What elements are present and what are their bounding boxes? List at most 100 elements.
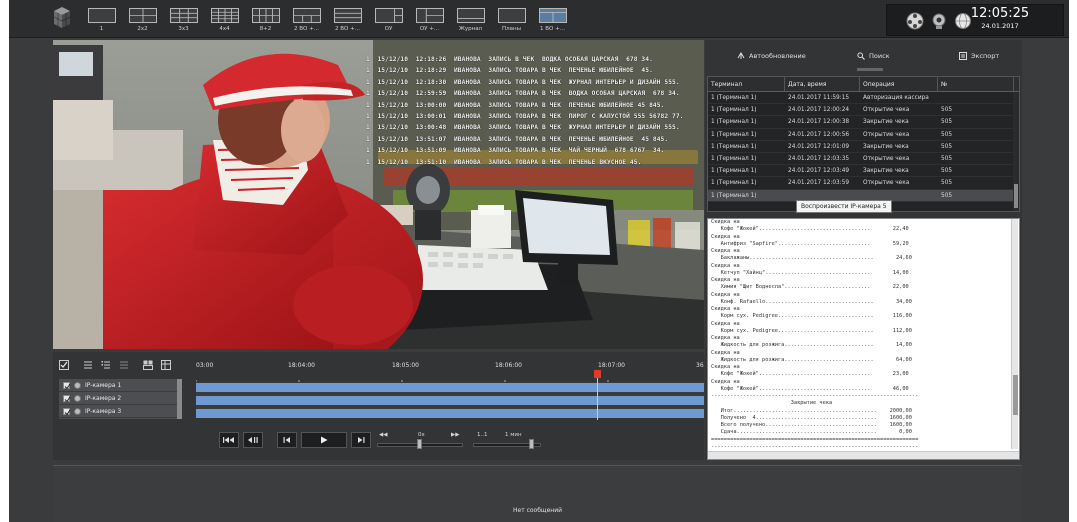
- scrollbar-thumb[interactable]: [1013, 375, 1018, 415]
- layout-button-7[interactable]: 2 ВО +...: [327, 5, 368, 35]
- layout-button-11[interactable]: Планы: [491, 5, 532, 35]
- autoupdate-label: Автообновление: [749, 52, 806, 60]
- camera-name: IP-камера 1: [85, 381, 122, 389]
- table-cell-operation: Открытие чека: [863, 107, 910, 114]
- layout-button-9[interactable]: ОУ +...: [409, 5, 450, 35]
- speed-control: ◀◀ 0x ▶▶: [377, 432, 463, 450]
- layout-button-12[interactable]: 1 ВО +...: [532, 5, 573, 35]
- receipt-line: Кетчуп "Хайнц"..........................…: [711, 269, 909, 276]
- list-check-icon[interactable]: [101, 360, 111, 370]
- camera-status-icon[interactable]: [929, 11, 949, 31]
- receipt-line: Получено 4..............................…: [711, 414, 912, 421]
- table-row[interactable]: 1 (Терминал 1) 24.01.2017 12:03:49 Закрыти…: [708, 165, 1019, 178]
- receipt-line: Всего получено..........................…: [711, 422, 912, 428]
- list-view-icon[interactable]: [83, 360, 93, 370]
- column-header-terminal[interactable]: Терминал: [708, 77, 785, 91]
- export-button[interactable]: Экспорт: [959, 52, 999, 60]
- layout-button-10[interactable]: Журнал: [450, 5, 491, 35]
- zoom-label: 1 мин: [505, 432, 522, 438]
- timeline-tools: [59, 360, 171, 370]
- grid-view-icon[interactable]: [143, 360, 153, 370]
- layout-grid-icon: [374, 8, 403, 23]
- timeline-panel: 03:00 18:04:00 18:05:00 18:06:00 18:07:0…: [53, 352, 704, 460]
- column-header-operation[interactable]: Операция: [860, 77, 938, 91]
- layout-button-label: 1 ВО +...: [540, 26, 565, 32]
- receipt-scrollbar[interactable]: [1011, 219, 1018, 449]
- table-row[interactable]: 1 (Терминал 1) 24.01.2017 12:00:56 Открыти…: [708, 129, 1019, 141]
- track-camera-3[interactable]: [196, 409, 704, 418]
- layout-grid-icon: [128, 8, 157, 23]
- table-cell-datetime: 24.01.2017 12:00:24: [788, 107, 850, 114]
- frame-back-button[interactable]: [243, 432, 263, 448]
- table-cell-operation: Открытие чека: [863, 155, 910, 162]
- layout-selector: 1 2x2 3x3 4x4 8+2 2 ВО +... 2 ВО +... ОУ…: [81, 5, 573, 35]
- zoom-slider-knob[interactable]: [529, 439, 534, 449]
- table-cell-datetime: 24.01.2017 12:03:35: [788, 155, 850, 162]
- table-cell-num: 505: [941, 143, 953, 150]
- receipt-hscrollbar[interactable]: [708, 451, 1019, 459]
- speed-slider-knob[interactable]: [417, 439, 422, 449]
- receipt-line: ========================================…: [711, 436, 919, 443]
- receipt-line: Скидка на: [711, 335, 740, 341]
- receipt-line: Корм сух. Pedigree......................…: [711, 313, 912, 320]
- camera-list-item[interactable]: IP-камера 2: [59, 392, 177, 405]
- scrollbar-thumb[interactable]: [1014, 184, 1018, 208]
- overlay-line: 1 15/12/10 13:51:07 ИВАНОВА ЗАПИСЬ ТОВАР…: [366, 135, 669, 143]
- tick-label: 18:07:00: [598, 362, 625, 369]
- column-header-number[interactable]: №: [938, 77, 1014, 91]
- splitter-handle[interactable]: [857, 68, 883, 71]
- table-row[interactable]: 1 (Терминал 1) 24.01.2017 12:01:09 Закрыти…: [708, 141, 1019, 153]
- layout-button-8[interactable]: ОУ: [368, 5, 409, 35]
- table-cell-terminal: 1 (Терминал 1): [711, 168, 757, 175]
- layout-button-5[interactable]: 8+2: [245, 5, 286, 35]
- search-button[interactable]: Поиск: [857, 52, 890, 60]
- table-row[interactable]: 1 (Терминал 1) 24.01.2017 12:03:59 Открыти…: [708, 177, 1019, 190]
- layout-button-2[interactable]: 2x2: [122, 5, 163, 35]
- table-cell-datetime: 24.01.2017 12:03:49: [788, 168, 850, 175]
- receipt-line: Скидка на: [711, 277, 740, 283]
- timeline-tracks[interactable]: [196, 382, 704, 418]
- step-forward-button[interactable]: [351, 432, 371, 448]
- video-viewport[interactable]: 1 15/12/10 12:18:26 ИВАНОВА ЗАПИСЬ В ЧЕК…: [53, 40, 704, 349]
- table-row[interactable]: 1 (Терминал 1) 24.01.2017 11:59:15 Авториз…: [708, 92, 1019, 105]
- layout-button-label: 1: [99, 26, 104, 32]
- zoom-min-label: 1..1: [477, 432, 488, 438]
- layout-button-4[interactable]: 4x4: [204, 5, 245, 35]
- step-back-button[interactable]: [277, 432, 297, 448]
- play-button[interactable]: [301, 432, 347, 448]
- time-ruler[interactable]: 03:00 18:04:00 18:05:00 18:06:00 18:07:0…: [196, 358, 704, 386]
- camera-name: IP-камера 3: [85, 407, 122, 415]
- table-cell-num: 505: [941, 180, 953, 187]
- table-row[interactable]: 1 (Терминал 1) 24.01.2017 12:00:38 Закрыти…: [708, 116, 1019, 129]
- table-scrollbar[interactable]: [1013, 92, 1019, 211]
- layout-button-1[interactable]: 1: [81, 5, 122, 35]
- layout-button-6[interactable]: 2 ВО +...: [286, 5, 327, 35]
- rewind-start-button[interactable]: [219, 432, 239, 448]
- playhead-handle[interactable]: [594, 370, 601, 378]
- receipt-line: Скидка на: [711, 233, 740, 240]
- camera-list-item[interactable]: IP-камера 1: [59, 379, 177, 392]
- film-reel-icon[interactable]: [905, 11, 925, 31]
- track-camera-1[interactable]: [196, 383, 704, 392]
- camera-list-scrollbar[interactable]: [177, 379, 182, 419]
- table-cell-num: 505: [941, 192, 953, 199]
- track-camera-2[interactable]: [196, 396, 704, 405]
- table-cell-datetime: 24.01.2017 12:01:09: [788, 143, 850, 150]
- receipt-line: Закрытие чека: [711, 400, 833, 407]
- list-uncheck-icon[interactable]: [119, 360, 129, 370]
- table-cell-terminal: 1 (Терминал 1): [711, 180, 757, 187]
- camera-checkbox[interactable]: [63, 407, 71, 415]
- camera-list-item[interactable]: IP-камера 3: [59, 405, 177, 418]
- camera-checkbox[interactable]: [63, 381, 71, 389]
- table-cell-operation: Авторизация кассира: [863, 95, 929, 101]
- receipt-line: Скидка на: [711, 306, 740, 312]
- table-row[interactable]: 1 (Терминал 1) 24.01.2017 12:03:35 Открыти…: [708, 153, 1019, 166]
- column-header-datetime[interactable]: Дата, время: [785, 77, 860, 91]
- checkmark-icon[interactable]: [59, 360, 69, 370]
- table-view-icon[interactable]: [161, 360, 171, 370]
- camera-checkbox[interactable]: [63, 394, 71, 402]
- autoupdate-button[interactable]: Автообновление: [737, 52, 806, 60]
- table-row[interactable]: 1 (Терминал 1) 24.01.2017 12:00:24 Открыти…: [708, 104, 1019, 117]
- layout-button-3[interactable]: 3x3: [163, 5, 204, 35]
- tick-label: 03:00: [196, 362, 214, 369]
